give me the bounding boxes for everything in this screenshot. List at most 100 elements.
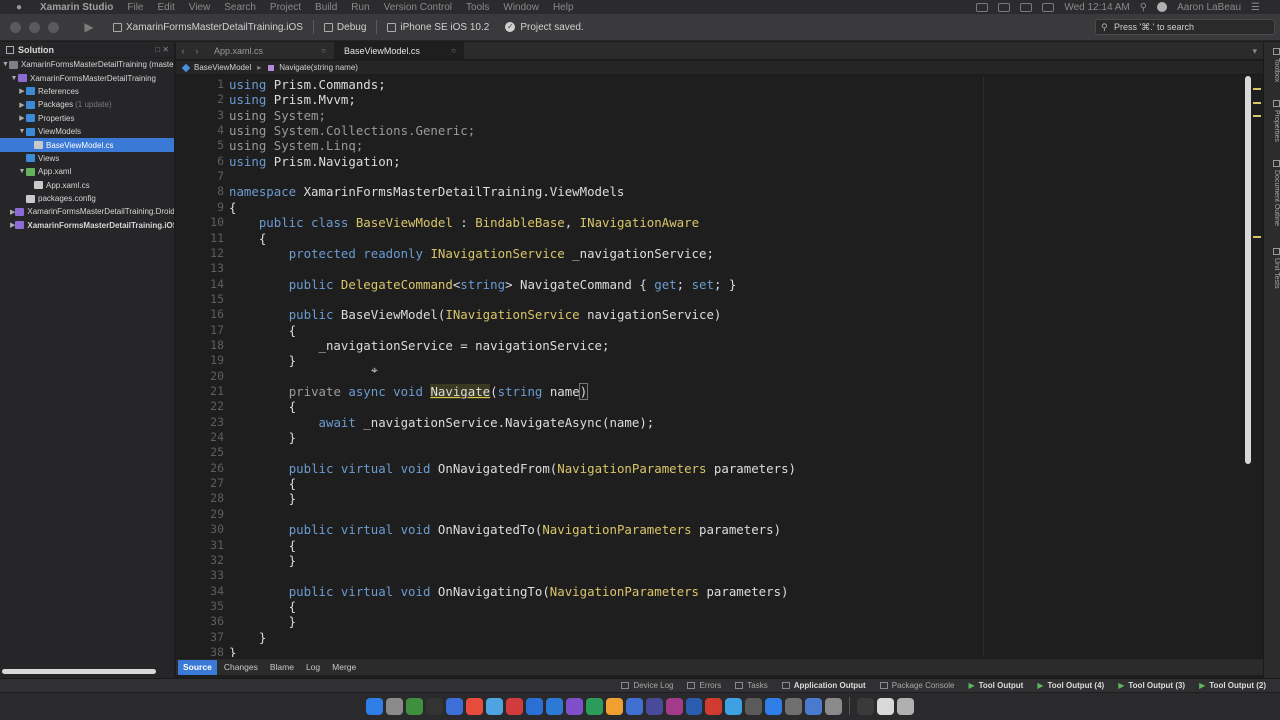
tree-item[interactable]: ▼ XamarinFormsMasterDetailTraining bbox=[0, 71, 174, 84]
tree-item[interactable]: packages.config bbox=[0, 192, 174, 205]
tree-item[interactable]: ▼ App.xaml bbox=[0, 165, 174, 178]
dock-app-icon[interactable] bbox=[785, 697, 803, 715]
view-tab-source[interactable]: Source bbox=[178, 659, 217, 675]
disclosure-expanded-icon[interactable]: ▼ bbox=[18, 128, 26, 135]
menu-project[interactable]: Project bbox=[270, 2, 301, 13]
dock-app-icon[interactable] bbox=[765, 697, 783, 715]
solution-scrollbar[interactable] bbox=[2, 669, 156, 674]
editor-scrollbar[interactable] bbox=[1245, 76, 1251, 464]
tab-overflow-icon[interactable]: ▾ bbox=[1252, 42, 1263, 59]
disclosure-collapsed-icon[interactable]: ▶ bbox=[18, 87, 26, 95]
menu-search[interactable]: Search bbox=[224, 2, 256, 13]
nav-back-icon[interactable]: ‹ bbox=[176, 42, 190, 59]
search-input[interactable]: ⚲ Press '⌘.' to search bbox=[1095, 19, 1275, 35]
tab-close-icon[interactable]: ○ bbox=[321, 42, 326, 60]
tree-item[interactable]: ▶ XamarinFormsMasterDetailTraining.Droid bbox=[0, 205, 174, 218]
disclosure-expanded-icon[interactable]: ▼ bbox=[10, 75, 18, 82]
dock-app-icon[interactable] bbox=[897, 697, 915, 715]
dock-app-icon[interactable] bbox=[505, 697, 523, 715]
view-tab-changes[interactable]: Changes bbox=[219, 660, 263, 675]
screen-record-icon[interactable] bbox=[976, 2, 989, 12]
user-avatar[interactable] bbox=[1157, 2, 1168, 12]
pad-tool-output-2[interactable]: ▶ Tool Output (2) bbox=[1199, 681, 1266, 690]
notification-center-icon[interactable]: ☰ bbox=[1251, 2, 1260, 13]
properties-tab[interactable]: Properties bbox=[1265, 100, 1280, 142]
pad-options-icon[interactable]: □ ✕ bbox=[155, 45, 174, 54]
view-tab-merge[interactable]: Merge bbox=[327, 660, 361, 675]
dock-app-icon[interactable] bbox=[725, 697, 743, 715]
apple-icon[interactable]: ● bbox=[12, 2, 26, 13]
menu-tools[interactable]: Tools bbox=[466, 2, 489, 13]
spotlight-icon[interactable]: ⚲ bbox=[1140, 2, 1147, 13]
dock-app-icon[interactable] bbox=[425, 697, 443, 715]
dock-app-icon[interactable] bbox=[685, 697, 703, 715]
tab-close-icon[interactable]: ○ bbox=[451, 42, 456, 60]
configuration-selector[interactable]: Debug bbox=[323, 22, 366, 33]
app-menu[interactable]: Xamarin Studio bbox=[40, 2, 113, 13]
pad-application-output[interactable]: Application Output bbox=[781, 681, 866, 690]
tree-item[interactable]: BaseViewModel.cs bbox=[0, 138, 174, 152]
menu-file[interactable]: File bbox=[127, 2, 143, 13]
dock-app-icon[interactable] bbox=[525, 697, 543, 715]
pad-tool-output[interactable]: ▶ Tool Output bbox=[968, 681, 1023, 690]
tree-item[interactable]: Views bbox=[0, 152, 174, 165]
run-button[interactable]: ▶ bbox=[79, 18, 99, 36]
dock-app-icon[interactable] bbox=[705, 697, 723, 715]
menu-help[interactable]: Help bbox=[553, 2, 574, 13]
pad-errors[interactable]: Errors bbox=[687, 681, 721, 690]
code-editor[interactable]: 1 using Prism.Commands; 2 using Prism.Mvvm;… bbox=[176, 76, 1263, 657]
dock-app-icon[interactable] bbox=[745, 697, 763, 715]
dock-app-icon[interactable] bbox=[825, 697, 843, 715]
battery-icon[interactable] bbox=[1042, 2, 1055, 12]
dock-app-icon[interactable] bbox=[645, 697, 663, 715]
dock-app-icon[interactable] bbox=[485, 697, 503, 715]
tab-baseviewmodel-cs[interactable]: BaseViewModel.cs ○ bbox=[334, 42, 464, 59]
menu-version-control[interactable]: Version Control bbox=[384, 2, 452, 13]
device-selector[interactable]: iPhone SE iOS 10.2 bbox=[387, 22, 489, 33]
breadcrumb-member[interactable]: Navigate(string name) bbox=[279, 63, 358, 72]
menubar-clock[interactable]: Wed 12:14 AM bbox=[1064, 2, 1129, 13]
toolbox-tab[interactable]: Toolbox bbox=[1265, 48, 1280, 82]
view-tab-blame[interactable]: Blame bbox=[265, 660, 299, 675]
disclosure-collapsed-icon[interactable]: ▶ bbox=[18, 101, 26, 109]
tree-item[interactable]: ▼ XamarinFormsMasterDetailTraining (maste… bbox=[0, 58, 174, 71]
wifi-icon[interactable] bbox=[1020, 2, 1033, 12]
unit-tests-tab[interactable]: Unit Tests bbox=[1265, 248, 1280, 289]
pad-tool-output-4[interactable]: ▶ Tool Output (4) bbox=[1037, 681, 1104, 690]
volume-icon[interactable] bbox=[998, 2, 1011, 12]
project-selector[interactable]: XamarinFormsMasterDetailTraining.iOS bbox=[113, 22, 303, 33]
menu-edit[interactable]: Edit bbox=[157, 2, 174, 13]
window-zoom-button[interactable] bbox=[48, 21, 59, 33]
dock-app-icon[interactable] bbox=[605, 697, 623, 715]
document-outline-tab[interactable]: Document Outline bbox=[1265, 160, 1280, 226]
pad-package-console[interactable]: Package Console bbox=[879, 681, 954, 690]
window-close-button[interactable] bbox=[10, 21, 21, 33]
dock-app-icon[interactable] bbox=[545, 697, 563, 715]
menu-build[interactable]: Build bbox=[315, 2, 337, 13]
disclosure-collapsed-icon[interactable]: ▶ bbox=[18, 114, 26, 122]
disclosure-expanded-icon[interactable]: ▼ bbox=[18, 168, 26, 175]
tree-item[interactable]: App.xaml.cs bbox=[0, 179, 174, 192]
dock-app-icon[interactable] bbox=[565, 697, 583, 715]
window-minimize-button[interactable] bbox=[29, 21, 40, 33]
tree-item[interactable]: ▶ References bbox=[0, 85, 174, 98]
menubar-user[interactable]: Aaron LaBeau bbox=[1177, 2, 1241, 13]
dock-app-icon[interactable] bbox=[585, 697, 603, 715]
dock-app-icon[interactable] bbox=[665, 697, 683, 715]
pad-tasks[interactable]: Tasks bbox=[735, 681, 768, 690]
disclosure-expanded-icon[interactable]: ▼ bbox=[2, 61, 9, 68]
dock-app-icon[interactable] bbox=[857, 697, 875, 715]
tab-app-xaml-cs[interactable]: App.xaml.cs ○ bbox=[204, 42, 334, 59]
menu-view[interactable]: View bbox=[189, 2, 211, 13]
tree-item[interactable]: ▶ XamarinFormsMasterDetailTraining.iOS bbox=[0, 219, 174, 232]
tree-item[interactable]: ▶ Packages (1 update) bbox=[0, 98, 174, 111]
dock-app-icon[interactable] bbox=[877, 697, 895, 715]
dock-app-icon[interactable] bbox=[366, 697, 383, 715]
tree-item[interactable]: ▶ Properties bbox=[0, 112, 174, 125]
dock-app-icon[interactable] bbox=[385, 697, 403, 715]
dock-app-icon[interactable] bbox=[625, 697, 643, 715]
tree-item[interactable]: ▼ ViewModels bbox=[0, 125, 174, 138]
pad-device-log[interactable]: Device Log bbox=[621, 681, 673, 690]
dock-app-icon[interactable] bbox=[805, 697, 823, 715]
view-tab-log[interactable]: Log bbox=[301, 660, 325, 675]
